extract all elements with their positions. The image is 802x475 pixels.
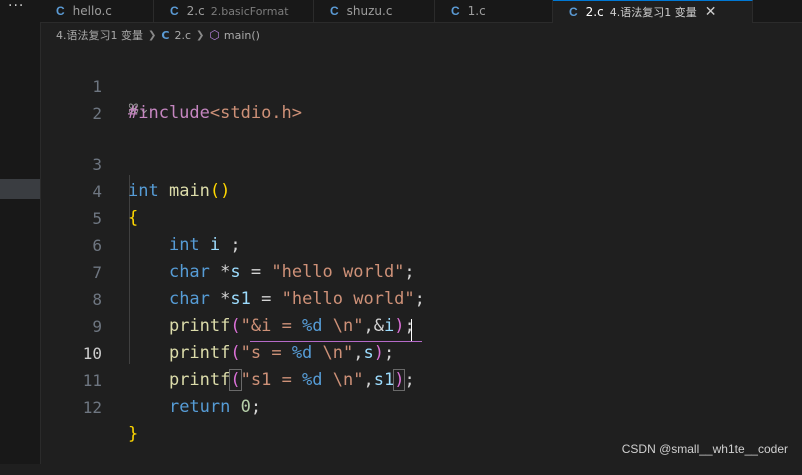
tab-label: 2.c	[186, 4, 205, 18]
c-file-icon: C	[170, 4, 179, 18]
tab-description: 4.语法复习1 变量	[609, 6, 697, 19]
code-editor[interactable]: ꕤ⌄ 1 #include<stdio.h> 2 3 int main() 4 …	[40, 46, 802, 464]
tab-hello-c[interactable]: C hello.c	[40, 0, 154, 22]
token: ;	[250, 397, 262, 417]
tab-2-c-basicformat[interactable]: C 2.c 2.basicFormat	[154, 0, 314, 22]
watermark: CSDN @small__wh1te__coder	[621, 442, 788, 456]
token: }	[128, 424, 139, 444]
token: return	[168, 397, 231, 417]
c-file-icon: C	[56, 4, 65, 18]
code-line[interactable]: 5 int i ;	[40, 178, 802, 255]
line-number: 2	[92, 104, 102, 123]
activity-bar: ···	[0, 0, 41, 464]
code-line[interactable]: 8 printf("&i = %d \n",&i);	[40, 259, 802, 336]
code-line[interactable]: 4 {	[40, 151, 802, 228]
tab-label: hello.c	[72, 4, 112, 18]
tab-label: 1.c	[467, 4, 486, 18]
token: <stdio.h>	[209, 103, 303, 123]
chevron-right-icon: ❯	[196, 29, 205, 41]
code-line[interactable]: 6 char *s = "hello world";	[40, 205, 802, 282]
code-line-current[interactable]: 10 printf("s1 = %d \n",s1);	[40, 313, 802, 391]
line-number: 12	[82, 398, 102, 417]
code-line[interactable]: 3 int main()	[40, 124, 802, 201]
token: #include	[128, 103, 210, 123]
tab-shuzu-c[interactable]: C shuzu.c	[314, 0, 435, 22]
close-icon[interactable]: ✕	[705, 4, 717, 20]
code-line[interactable]: 11 return 0;	[40, 340, 802, 417]
breadcrumb: 4.语法复习1 变量 ❯ C 2.c ❯ ⬡ main()	[56, 26, 260, 44]
activity-selection-indicator	[0, 179, 40, 199]
editor-tab-bar: C hello.c C 2.c 2.basicFormat C shuzu.c …	[40, 0, 802, 23]
method-cube-icon: ⬡	[209, 28, 220, 42]
breadcrumb-folder[interactable]: 4.语法复习1 变量	[56, 27, 143, 43]
line-code: #include<stdio.h>	[128, 100, 302, 127]
more-actions-icon[interactable]: ···	[8, 0, 24, 14]
tab-description: 2.basicFormat	[210, 4, 289, 18]
code-line[interactable]: 7 char *s1 = "hello world";	[40, 232, 802, 309]
token: 0	[240, 397, 251, 417]
breadcrumb-file[interactable]: 2.c	[174, 29, 191, 42]
c-file-icon: C	[330, 4, 339, 18]
breadcrumb-symbol[interactable]: main()	[224, 29, 260, 42]
chevron-right-icon: ❯	[148, 29, 157, 41]
code-line[interactable]: 12 }	[40, 367, 802, 444]
code-line[interactable]: 9 printf("s = %d \n",s);	[40, 286, 802, 363]
c-file-icon: C	[161, 28, 170, 42]
tab-1-c[interactable]: C 1.c	[435, 0, 553, 22]
tab-2-c-active[interactable]: C 2.c 4.语法复习1 变量 ✕	[553, 0, 753, 23]
code-line[interactable]: 2	[40, 73, 802, 123]
c-file-icon: C	[451, 4, 460, 18]
tab-label: shuzu.c	[346, 4, 393, 18]
line-code: return 0;	[128, 394, 261, 421]
line-code: }	[128, 421, 138, 448]
c-file-icon: C	[569, 5, 578, 19]
code-line[interactable]: 1 #include<stdio.h>	[40, 46, 802, 123]
tab-label: 2.c	[585, 5, 604, 19]
